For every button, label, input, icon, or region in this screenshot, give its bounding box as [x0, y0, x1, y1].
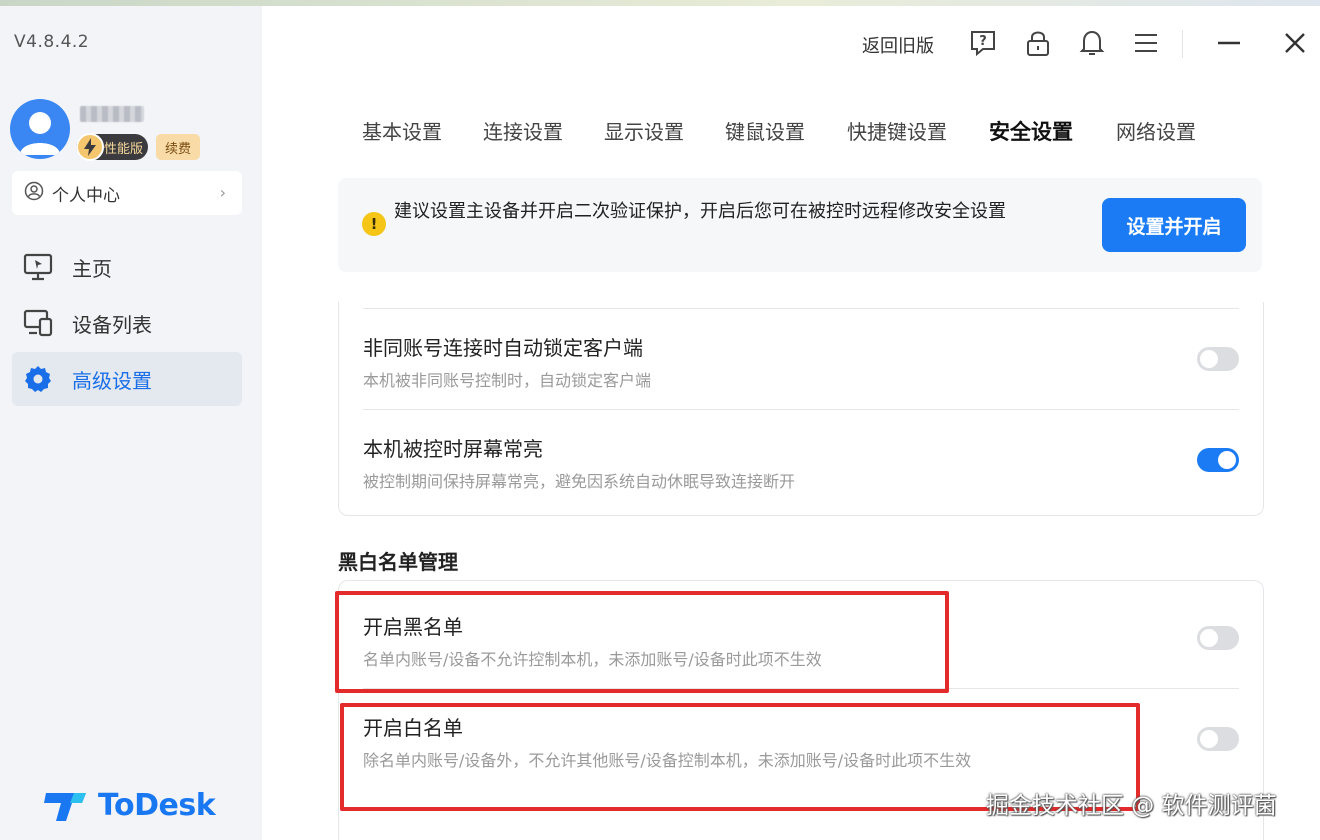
- watermark: 掘金技术社区 @ 软件测评菌: [986, 793, 1277, 819]
- gear-icon: [22, 363, 54, 395]
- help-icon[interactable]: ?: [968, 28, 998, 58]
- lock-icon[interactable]: [1023, 28, 1053, 58]
- setting-description: 被控制期间保持屏幕常亮，避免因系统自动休眠导致连接断开: [363, 472, 796, 491]
- bolt-icon: [76, 133, 104, 161]
- monitor-icon: [22, 251, 54, 283]
- whitelist-toggle[interactable]: [1197, 727, 1239, 751]
- sidebar-item-home[interactable]: 主页: [12, 240, 242, 294]
- performance-badge-label: 性能版: [104, 141, 144, 157]
- legacy-version-link[interactable]: 返回旧版: [862, 32, 934, 58]
- personal-center-label: 个人中心: [52, 185, 120, 206]
- setup-enable-button[interactable]: 设置并开启: [1102, 198, 1246, 252]
- warning-icon: !: [362, 212, 386, 236]
- chevron-right-icon: ›: [219, 183, 226, 202]
- tab-shortcuts[interactable]: 快捷键设置: [847, 116, 947, 145]
- bell-icon[interactable]: [1077, 28, 1107, 58]
- sidebar-item-label: 高级设置: [72, 368, 152, 393]
- close-icon[interactable]: [1280, 28, 1310, 58]
- divider: [363, 308, 1239, 309]
- todesk-logo-icon: [44, 792, 86, 821]
- avatar[interactable]: [10, 99, 70, 159]
- screen-on-toggle[interactable]: [1197, 448, 1239, 472]
- setting-row-auto-lock: 非同账号连接时自动锁定客户端 本机被非同账号控制时，自动锁定客户端: [363, 332, 1239, 392]
- sidebar-item-label: 主页: [72, 256, 112, 281]
- setting-description: 本机被非同账号控制时，自动锁定客户端: [363, 371, 652, 390]
- todesk-logo: ToDesk: [44, 788, 216, 823]
- tab-security[interactable]: 安全设置: [989, 116, 1073, 146]
- performance-badge[interactable]: 性能版: [76, 133, 148, 161]
- annotation-box-blacklist: [335, 591, 949, 693]
- tab-keyboard-mouse[interactable]: 键鼠设置: [725, 116, 805, 145]
- security-notice: ! 建议设置主设备并开启二次验证保护，开启后您可在被控时远程修改安全设置 设置并…: [338, 178, 1262, 272]
- tab-display[interactable]: 显示设置: [604, 116, 684, 145]
- titlebar: 返回旧版 ?: [860, 20, 1320, 64]
- setting-title: 非同账号连接时自动锁定客户端: [363, 336, 643, 360]
- blacklist-toggle[interactable]: [1197, 626, 1239, 650]
- sidebar-item-advanced-settings[interactable]: 高级设置: [12, 352, 242, 406]
- sidebar-item-label: 设备列表: [72, 312, 152, 337]
- setting-row-screen-on: 本机被控时屏幕常亮 被控制期间保持屏幕常亮，避免因系统自动休眠导致连接断开: [363, 433, 1239, 493]
- version-label: V4.8.4.2: [14, 32, 90, 52]
- minimize-icon[interactable]: [1214, 28, 1244, 58]
- tab-connection[interactable]: 连接设置: [483, 116, 563, 145]
- username-redacted: [80, 106, 144, 122]
- sidebar-item-devices[interactable]: 设备列表: [12, 296, 242, 350]
- divider: [363, 409, 1239, 410]
- blacklist-section-title: 黑白名单管理: [338, 550, 458, 574]
- brand-name: ToDesk: [98, 788, 216, 823]
- user-circle-icon: [24, 181, 44, 206]
- user-icon: [20, 112, 60, 155]
- tab-basic[interactable]: 基本设置: [362, 116, 442, 145]
- devices-icon: [22, 307, 54, 339]
- svg-text:?: ?: [979, 34, 987, 49]
- security-settings-card: 非同账号连接时自动锁定客户端 本机被非同账号控制时，自动锁定客户端 本机被控时屏…: [338, 302, 1264, 516]
- personal-center-button[interactable]: 个人中心 ›: [12, 171, 242, 215]
- tab-network[interactable]: 网络设置: [1116, 116, 1196, 145]
- notice-text: 建议设置主设备并开启二次验证保护，开启后您可在被控时远程修改安全设置: [394, 201, 1006, 222]
- titlebar-divider: [1182, 30, 1183, 58]
- sidebar: V4.8.4.2 性能版 续费 个人中心 › 主页 设备列表 高级设置 ToDe…: [0, 6, 262, 840]
- setting-title: 本机被控时屏幕常亮: [363, 437, 543, 461]
- menu-icon[interactable]: [1131, 28, 1161, 58]
- auto-lock-toggle[interactable]: [1197, 347, 1239, 371]
- renew-button[interactable]: 续费: [156, 134, 200, 160]
